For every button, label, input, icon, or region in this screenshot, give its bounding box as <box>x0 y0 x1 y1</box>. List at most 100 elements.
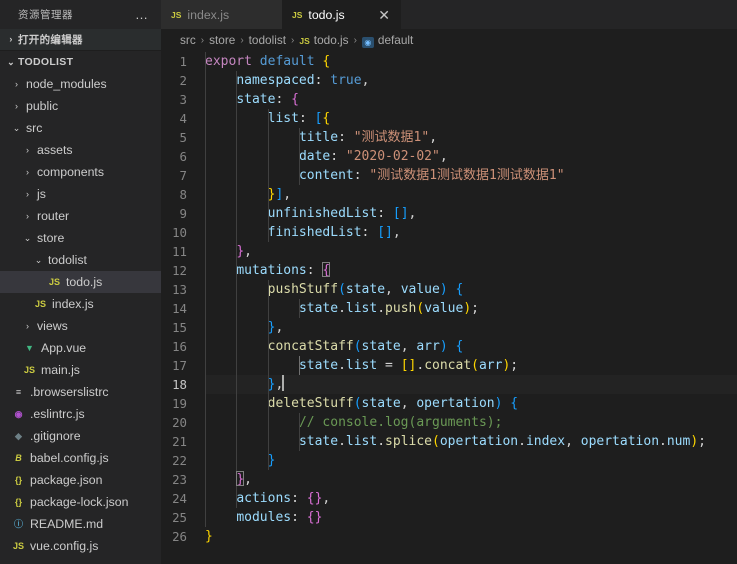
more-actions-icon[interactable]: … <box>135 7 153 22</box>
section-open-editors-label: 打开的编辑器 <box>18 34 83 46</box>
tree-file[interactable]: ▼ App.vue <box>0 337 161 359</box>
code-line[interactable]: }, <box>205 470 737 489</box>
breadcrumb-item[interactable]: src <box>180 33 196 47</box>
code-line[interactable]: state: { <box>205 90 737 109</box>
tree-folder[interactable]: ⌄ src <box>0 117 161 139</box>
line-number: 25 <box>172 510 187 525</box>
code-line[interactable]: }], <box>205 185 737 204</box>
line-number: 7 <box>179 168 187 183</box>
code-line[interactable]: }, <box>205 242 737 261</box>
code-line[interactable]: // console.log(arguments); <box>205 413 737 432</box>
tree-item-label: js <box>37 187 46 201</box>
tree-folder[interactable]: › router <box>0 205 161 227</box>
breadcrumb-separator-icon: › <box>240 34 244 46</box>
code-line[interactable]: state.list = [].concat(arr); <box>205 356 737 375</box>
tree-folder[interactable]: › components <box>0 161 161 183</box>
code-line[interactable]: deleteStuff(state, opertation) { <box>205 394 737 413</box>
breadcrumb-separator-icon: › <box>353 34 357 46</box>
tree-file[interactable]: JS index.js <box>0 293 161 315</box>
close-icon[interactable]: ✕ <box>378 8 390 22</box>
file-type-icon: JS <box>48 276 60 287</box>
tree-file[interactable]: ◆ .gitignore <box>0 425 161 447</box>
section-project-label: TODOLIST <box>18 56 74 68</box>
code-line[interactable]: state.list.splice(opertation.index, oper… <box>205 432 737 451</box>
tree-file[interactable]: JS todo.js <box>0 271 161 293</box>
code-line[interactable]: } <box>205 451 737 470</box>
section-open-editors[interactable]: › 打开的编辑器 <box>0 29 161 51</box>
file-type-icon: JS <box>12 540 24 551</box>
file-type-icon: {} <box>14 474 22 485</box>
tree-file[interactable]: ◉ .eslintrc.js <box>0 403 161 425</box>
line-number: 16 <box>172 339 187 354</box>
code-line[interactable]: }, <box>205 318 737 337</box>
tree-file[interactable]: JS main.js <box>0 359 161 381</box>
tree-item-label: node_modules <box>26 77 107 91</box>
tree-folder[interactable]: › views <box>0 315 161 337</box>
code-line[interactable]: finishedList: [], <box>205 223 737 242</box>
explorer-sidebar: 资源管理器 … › 打开的编辑器 ⌄ TODOLIST › node_module… <box>0 0 161 564</box>
code-line[interactable]: namespaced: true, <box>205 71 737 90</box>
tree-folder[interactable]: › node_modules <box>0 73 161 95</box>
indent-guide <box>298 356 300 375</box>
code-line[interactable]: date: "2020-02-02", <box>205 147 737 166</box>
code-line[interactable]: actions: {}, <box>205 489 737 508</box>
code-line[interactable]: unfinishedList: [], <box>205 204 737 223</box>
code-line[interactable]: state.list.push(value); <box>205 299 737 318</box>
file-type-icon: {} <box>14 496 22 507</box>
tree-item-label: assets <box>37 143 73 157</box>
line-number: 20 <box>172 415 187 430</box>
tree-folder[interactable]: ⌄ store <box>0 227 161 249</box>
tree-item-label: index.js <box>52 297 94 311</box>
tree-item-label: vue.config.js <box>30 539 99 553</box>
tree-folder[interactable]: › js <box>0 183 161 205</box>
code-editor[interactable]: 1 2 3 4 5 6 7 8 9 10 11 12 13 14 15 16 17 18 19 20 21 22 23 24 2… <box>161 51 737 564</box>
code-content[interactable]: export default { namespaced: true, state… <box>205 51 737 564</box>
tab-index.js[interactable]: JS index.js <box>161 0 282 29</box>
tree-folder[interactable]: › assets <box>0 139 161 161</box>
breadcrumb-item[interactable]: todolist <box>249 33 286 47</box>
chevron-right-icon: › <box>26 144 29 155</box>
file-tree: › node_modules › public ⌄ src › assets › componen… <box>0 73 161 564</box>
tree-file[interactable]: {} package-lock.json <box>0 491 161 513</box>
code-line[interactable]: }, <box>205 375 737 394</box>
code-line[interactable]: concatStaff(state, arr) { <box>205 337 737 356</box>
code-line[interactable]: modules: {} <box>205 508 737 527</box>
indent-guide <box>298 299 300 318</box>
tree-item-label: public <box>26 99 59 113</box>
js-file-icon: JS <box>171 9 182 20</box>
chevron-right-icon: › <box>26 166 29 177</box>
breadcrumb-item[interactable]: ◉ default <box>361 33 413 48</box>
chevron-down-icon: ⌄ <box>7 56 15 67</box>
tree-item-label: package-lock.json <box>30 495 129 509</box>
text-cursor <box>282 375 284 391</box>
tree-file[interactable]: JS vue.config.js <box>0 535 161 557</box>
code-line[interactable]: } <box>205 527 737 546</box>
code-line[interactable]: list: [{ <box>205 109 737 128</box>
line-number: 22 <box>172 453 187 468</box>
tree-file[interactable]: Bbabel.config.js <box>0 447 161 469</box>
tab-todo.js[interactable]: JS todo.js ✕ <box>282 0 401 29</box>
tree-item-label: todo.js <box>66 275 103 289</box>
tree-file[interactable]: ⓘ README.md <box>0 513 161 535</box>
explorer-title-bar: 资源管理器 … <box>0 0 161 29</box>
breadcrumb-item[interactable]: JS todo.js <box>299 33 348 47</box>
line-number: 14 <box>172 301 187 316</box>
tree-item-label: .browserslistrc <box>30 385 109 399</box>
code-line[interactable]: export default { <box>205 52 737 71</box>
line-number: 9 <box>179 206 187 221</box>
file-type-icon: B <box>15 452 22 463</box>
tree-folder[interactable]: › public <box>0 95 161 117</box>
js-file-icon: JS <box>299 36 310 46</box>
tree-file[interactable]: ≡ .browserslistrc <box>0 381 161 403</box>
code-line[interactable]: content: "测试数据1测试数据1测试数据1" <box>205 166 737 185</box>
code-line[interactable]: title: "测试数据1", <box>205 128 737 147</box>
tree-folder[interactable]: ⌄ todolist <box>0 249 161 271</box>
tree-item-label: store <box>37 231 65 245</box>
indent-guide <box>236 71 238 508</box>
file-type-icon: ▼ <box>25 342 34 353</box>
tree-file[interactable]: {} package.json <box>0 469 161 491</box>
code-line[interactable]: pushStuff(state, value) { <box>205 280 737 299</box>
section-project-root[interactable]: ⌄ TODOLIST <box>0 51 161 73</box>
breadcrumb-item[interactable]: store <box>209 33 235 47</box>
code-line[interactable]: mutations: { <box>205 261 737 280</box>
